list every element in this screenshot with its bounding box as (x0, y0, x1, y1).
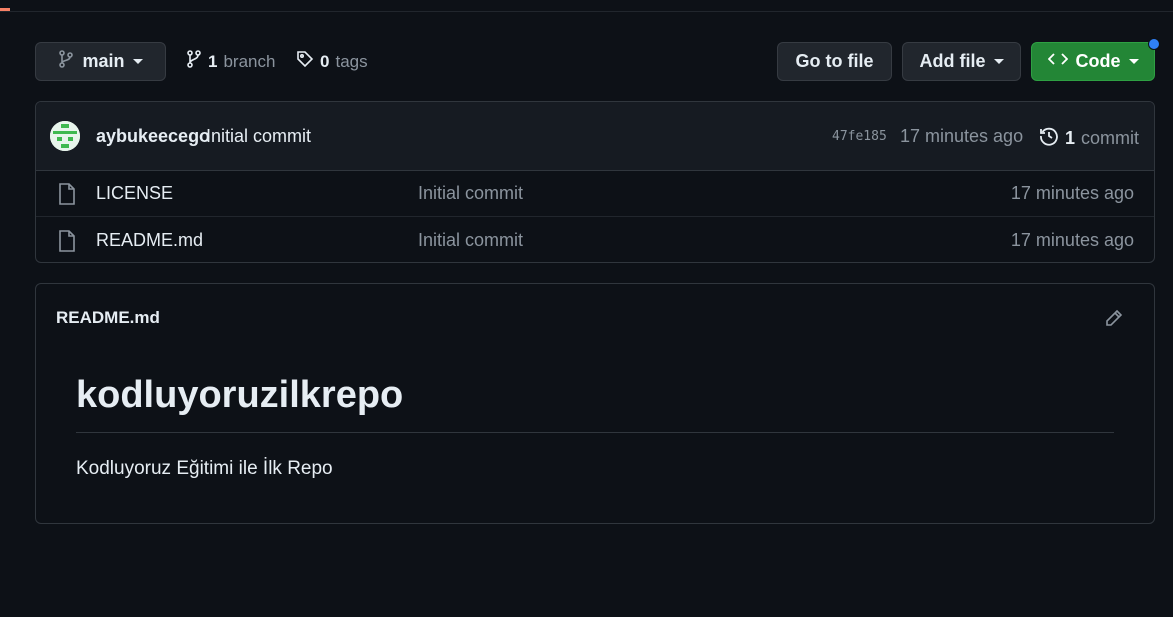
file-icon (58, 230, 76, 257)
go-to-file-button[interactable]: Go to file (777, 42, 892, 81)
code-icon (1047, 51, 1068, 72)
chevron-down-icon (132, 59, 143, 64)
commit-time: 17 minutes ago (900, 126, 1024, 146)
branches-label: branch (223, 51, 276, 71)
branch-selector-button[interactable]: main (35, 42, 166, 81)
list-item[interactable]: README.md Initial commit 17 minutes ago (36, 217, 1154, 262)
tag-icon (296, 50, 314, 73)
add-file-label: Add file (919, 51, 986, 71)
tags-count: 0 (320, 51, 330, 71)
divider (76, 432, 1114, 433)
readme-heading: kodluyoruzilkrepo (76, 374, 404, 416)
file-commit-message[interactable]: Initial commit (418, 230, 523, 251)
go-to-file-label: Go to file (795, 51, 874, 71)
commit-count-label: commit (1081, 128, 1140, 148)
file-name[interactable]: LICENSE (96, 183, 173, 204)
commit-author[interactable]: aybukeecego (96, 126, 210, 147)
readme-panel: README.md kodluyoruzilkrepo Kodluyoruz E… (35, 283, 1155, 524)
branches-count: 1 (208, 51, 218, 71)
list-item[interactable]: LICENSE Initial commit 17 minutes ago (36, 170, 1154, 217)
git-branch-icon (186, 50, 202, 73)
chevron-down-icon (1128, 59, 1139, 64)
file-time: 17 minutes ago (1010, 183, 1134, 203)
commits-link[interactable]: 1 commit (1039, 126, 1139, 151)
commit-sha[interactable]: 47fe185 (832, 129, 887, 144)
file-commit-message[interactable]: Initial commit (418, 183, 523, 204)
commit-count: 1 (1065, 128, 1076, 148)
chevron-down-icon (993, 59, 1004, 64)
code-button[interactable]: Code (1031, 42, 1155, 81)
pencil-icon[interactable] (1104, 308, 1124, 333)
tags-label: tags (335, 51, 368, 71)
file-name[interactable]: README.md (96, 230, 203, 251)
active-tab-indicator (0, 8, 10, 11)
file-icon (58, 183, 76, 210)
file-list: aybukeecego Initial commit 47fe185 17 mi… (35, 101, 1155, 263)
avatar[interactable] (50, 121, 80, 151)
code-label: Code (1075, 51, 1121, 71)
readme-filename[interactable]: README.md (56, 308, 160, 328)
commit-message[interactable]: Initial commit (206, 126, 311, 147)
latest-commit-bar: aybukeecego Initial commit 47fe185 17 mi… (36, 102, 1154, 171)
readme-body: Kodluyoruz Eğitimi ile İlk Repo (76, 458, 333, 479)
history-icon (1039, 126, 1059, 151)
branch-name: main (82, 51, 125, 71)
git-branch-icon (58, 50, 74, 73)
add-file-button[interactable]: Add file (902, 42, 1021, 81)
branches-link[interactable]: 1 branch (186, 50, 275, 73)
file-time: 17 minutes ago (1010, 230, 1134, 250)
notification-dot (1148, 38, 1160, 50)
tags-link[interactable]: 0 tags (296, 50, 368, 73)
top-border (0, 0, 1173, 12)
